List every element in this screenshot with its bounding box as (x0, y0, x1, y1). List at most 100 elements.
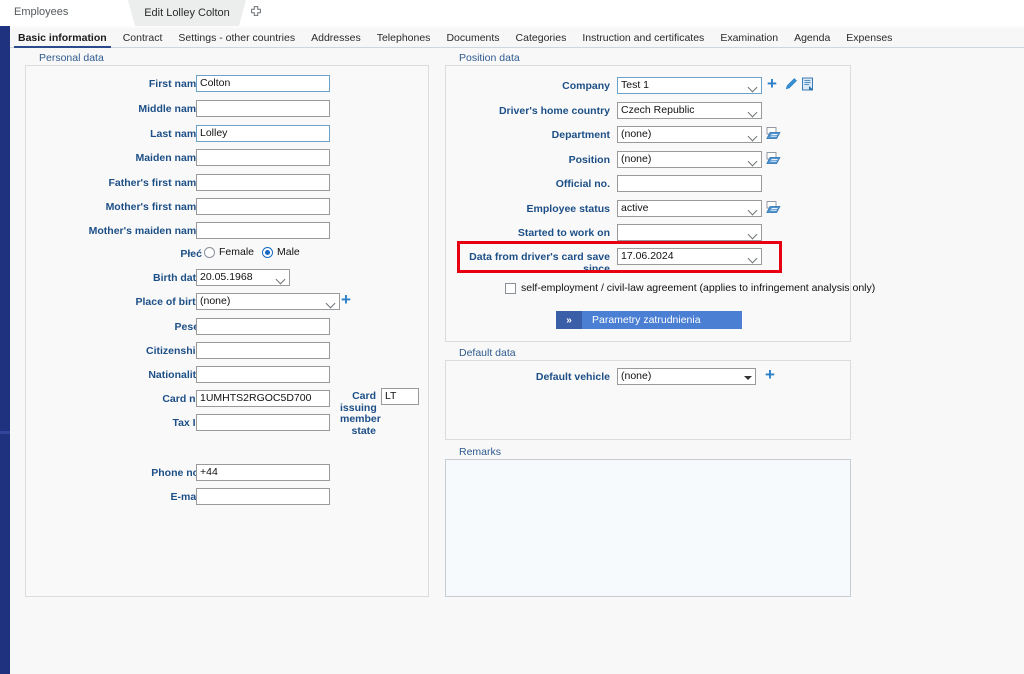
parametry-zatrudnienia-button[interactable]: » Parametry zatrudnienia (556, 311, 742, 329)
app-module-label: Employees (14, 6, 69, 18)
select-card-save-since[interactable]: 17.06.2024 (617, 248, 762, 265)
label-birth-date: Birth date (152, 272, 202, 284)
select-employee-status[interactable]: active (617, 200, 762, 217)
textarea-remarks[interactable] (445, 459, 851, 597)
tab-settings-other-countries[interactable]: Settings - other countries (170, 28, 303, 48)
group-title-remarks: Remarks (459, 446, 502, 458)
input-email[interactable] (196, 488, 330, 505)
list-picker-icon (766, 201, 781, 213)
tab-expenses[interactable]: Expenses (838, 28, 900, 48)
position-value: (none) (621, 153, 652, 165)
label-card-issuing-member-state: Card issuing member state (340, 390, 381, 437)
employee-edit-window: Employees Edit Lolley Colton Basic infor… (0, 0, 1024, 674)
input-mothers-first-name[interactable] (196, 198, 330, 215)
input-pesel[interactable] (196, 318, 330, 335)
position-picker-icon[interactable] (766, 151, 781, 169)
parametry-zatrudnienia-label: Parametry zatrudnienia (592, 314, 701, 326)
tab-contract[interactable]: Contract (115, 28, 171, 48)
chevron-down-icon (749, 107, 758, 116)
input-maiden-name[interactable] (196, 149, 330, 166)
department-picker-icon[interactable] (766, 126, 781, 144)
checkbox-self-employment-label: self-employment / civil-law agreement (a… (521, 282, 876, 294)
plus-icon (251, 6, 261, 16)
input-middle-name[interactable] (196, 100, 330, 117)
document-tab-edit-employee[interactable]: Edit Lolley Colton (128, 0, 246, 26)
tab-agenda[interactable]: Agenda (786, 28, 838, 48)
tab-examination[interactable]: Examination (712, 28, 786, 48)
input-citizenship[interactable] (196, 342, 330, 359)
select-started-to-work-on[interactable] (617, 224, 762, 241)
input-nationality[interactable] (196, 366, 330, 383)
left-nav-rail[interactable] (0, 26, 10, 674)
input-tax-id[interactable] (196, 414, 330, 431)
drivers-home-country-value: Czech Republic (621, 104, 695, 116)
input-card-issuing-member-state[interactable]: LT (381, 388, 419, 405)
select-department[interactable]: (none) (617, 126, 762, 143)
add-default-vehicle-icon[interactable]: + (765, 366, 775, 383)
tab-addresses[interactable]: Addresses (303, 28, 369, 48)
select-drivers-home-country[interactable]: Czech Republic (617, 102, 762, 119)
label-fathers-first-name: Father's first name (108, 177, 202, 189)
add-tab-icon[interactable] (249, 5, 263, 19)
chevron-down-icon (749, 205, 758, 214)
chevron-down-icon (749, 156, 758, 165)
add-company-icon[interactable]: + (767, 75, 777, 92)
radio-male-indicator (262, 246, 273, 258)
input-first-name[interactable]: Colton (196, 75, 330, 92)
select-position[interactable]: (none) (617, 151, 762, 168)
label-sex: Płeć (180, 248, 202, 260)
label-middle-name: Middle name (138, 103, 202, 115)
employee-status-picker-icon[interactable] (766, 200, 781, 218)
input-card-no[interactable]: 1UMHTS2RGOC5D700 (196, 390, 330, 407)
radio-sex-male[interactable]: Male (262, 246, 300, 258)
window-tab-strip: Employees Edit Lolley Colton (0, 0, 1024, 26)
radio-sex-female[interactable]: Female (204, 246, 254, 258)
input-last-name[interactable]: Lolley (196, 125, 330, 142)
chevron-down-icon (277, 274, 286, 283)
select-default-vehicle[interactable]: (none) (617, 368, 756, 385)
select-company[interactable]: Test 1 (617, 77, 762, 94)
default-vehicle-value: (none) (621, 370, 652, 382)
label-tax-id: Tax Id (172, 417, 202, 429)
tab-instruction-and-certificates[interactable]: Instruction and certificates (574, 28, 712, 48)
label-department: Department (551, 129, 610, 141)
input-fathers-first-name[interactable] (196, 174, 330, 191)
company-value: Test 1 (621, 79, 650, 91)
checkbox-self-employment-box (505, 282, 516, 294)
label-mothers-maiden-name: Mother's maiden name (88, 225, 202, 237)
input-mothers-maiden-name[interactable] (196, 222, 330, 239)
label-phone-no: Phone no. (151, 467, 202, 479)
label-first-name: First name (148, 78, 202, 90)
label-maiden-name: Maiden name (135, 152, 202, 164)
chevron-down-icon (327, 298, 336, 307)
label-place-of-birth: Place of birth (135, 296, 202, 308)
chevron-down-icon (743, 373, 752, 382)
employee-status-value: active (621, 202, 649, 214)
tab-telephones[interactable]: Telephones (369, 28, 439, 48)
edit-company-icon[interactable] (784, 77, 798, 94)
main-tab-bar: Basic information Contract Settings - ot… (10, 28, 1024, 48)
tab-basic-information[interactable]: Basic information (10, 28, 115, 48)
company-details-icon[interactable] (801, 77, 815, 94)
add-place-of-birth-icon[interactable]: + (341, 291, 351, 308)
tab-documents[interactable]: Documents (438, 28, 507, 48)
chevron-down-icon (749, 253, 758, 262)
tab-categories[interactable]: Categories (508, 28, 575, 48)
select-place-of-birth[interactable]: (none) (196, 293, 340, 310)
input-official-no[interactable] (617, 175, 762, 192)
place-of-birth-value: (none) (200, 295, 231, 307)
document-icon (802, 77, 813, 91)
input-birth-date[interactable]: 20.05.1968 (196, 269, 290, 286)
group-title-position-data: Position data (459, 52, 520, 64)
double-chevron-right-icon: » (556, 311, 582, 329)
checkbox-self-employment[interactable]: self-employment / civil-law agreement (a… (505, 282, 875, 294)
radio-female-label: Female (219, 246, 255, 258)
label-position: Position (568, 154, 610, 166)
label-official-no: Official no. (555, 178, 610, 190)
input-phone-no[interactable]: +44 (196, 464, 330, 481)
label-company: Company (562, 80, 610, 92)
label-pesel: Pesel (174, 321, 202, 333)
label-card-no: Card no (162, 393, 202, 405)
label-mothers-first-name: Mother's first name (105, 201, 202, 213)
label-drivers-home-country: Driver's home country (498, 105, 610, 117)
